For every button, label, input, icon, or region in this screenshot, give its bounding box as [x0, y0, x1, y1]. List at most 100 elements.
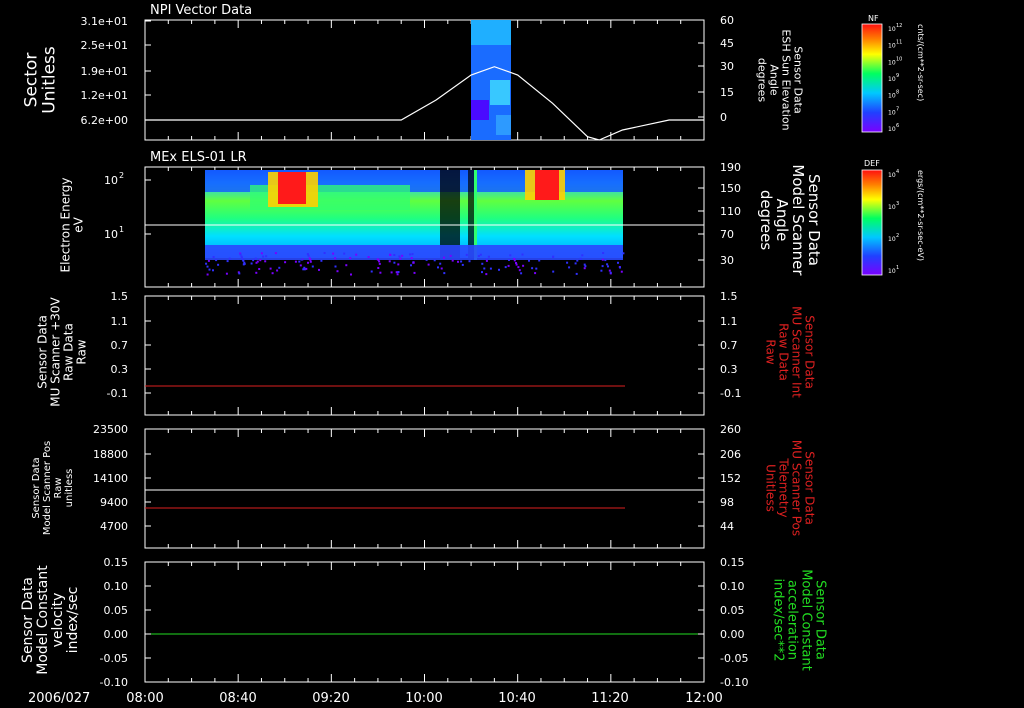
panel-3-frame: [144, 295, 705, 416]
panel-1-content: [145, 20, 704, 141]
colorbar-nf-unit: cnts/(cm**2-sr-sec): [916, 24, 925, 101]
panel-3-right-label: Sensor DataMU Scanner IntRaw DataRaw: [764, 306, 817, 398]
spectrogram-dot: [520, 272, 523, 275]
panel-5-right-label-line: index/sec**2: [771, 578, 786, 661]
colorbar-def-tag: DEF: [864, 159, 880, 168]
spectrogram-dot: [568, 266, 571, 269]
spectrogram-dot: [207, 259, 210, 262]
panel-5-left-tick: 0.10: [104, 580, 129, 593]
spectrogram-dot: [397, 263, 400, 266]
spectrogram-dot: [320, 259, 323, 262]
spectrogram-dot: [401, 254, 404, 257]
panel-2-left-label-line: eV: [72, 216, 86, 232]
panel-1-right-tick: 0: [720, 111, 727, 124]
panel-2-left-tick-exp: 1: [119, 225, 124, 234]
spectrogram-dot: [581, 254, 584, 257]
spectrogram-dot: [411, 253, 414, 256]
spectrogram-dot: [483, 267, 486, 270]
spectrogram-dot: [608, 269, 611, 272]
spectrogram-dot: [298, 260, 301, 263]
spectrogram-dot: [370, 270, 373, 273]
panel-frames: [144, 19, 705, 683]
spectrogram-dot: [255, 271, 258, 274]
spectrogram-dot: [212, 256, 215, 258]
spectrogram-dot: [256, 260, 259, 263]
spectrogram-dot: [410, 257, 413, 260]
date-label: 2006/027: [28, 691, 90, 706]
spectrogram-dot: [393, 261, 396, 264]
panel-3-left-tick: 1.1: [111, 315, 129, 328]
spectrogram-dot: [481, 262, 484, 265]
spectrogram-dot: [294, 260, 297, 263]
panel-3-left-tick: 1.5: [111, 290, 129, 303]
spectrogram-dot: [489, 267, 492, 270]
figure-canvas: NPI Vector Data MEx ELS-01 LR 3.1e+01 2.5…: [20, 3, 925, 706]
spectrogram-dot: [538, 259, 541, 262]
spectrogram-dot: [583, 267, 586, 270]
spectrogram-dot: [260, 252, 263, 255]
colorbar-def-unit: ergs/(cm**2-sr-sec-eV): [916, 170, 925, 261]
panel-5-left-tick: 0.00: [104, 628, 129, 641]
panel-2-right-tick: 150: [720, 182, 741, 195]
panel-5-right-tick: -0.10: [720, 676, 748, 689]
spectrogram-dot: [531, 267, 534, 270]
spectrogram-dot: [274, 252, 277, 255]
panel-2-left-label: Electron Energy eV: [59, 177, 86, 272]
spectrogram-dot: [427, 263, 430, 266]
colorbar-nf-tag: NF: [868, 14, 879, 23]
panel-4-left-tick: 23500: [93, 423, 128, 436]
spectrogram-dot: [607, 265, 609, 268]
panel-2-right-tick: 190: [720, 161, 741, 174]
panel-4-right-label: Sensor DataMU Scanner PosTelemetryUnitle…: [764, 440, 817, 536]
colorbar-nf-gradient: [861, 23, 883, 133]
panel-2-left-tick: 10: [104, 174, 118, 187]
spectrogram-dot: [397, 271, 400, 273]
spectrogram-dot: [479, 253, 482, 256]
panel-5-right-label-line: Sensor Data: [813, 580, 828, 660]
panel-1-right-tick: 60: [720, 14, 734, 27]
panel-5-right-label: Sensor DataModel Constantaccelerationind…: [771, 569, 828, 671]
colorbar-tick: 10: [888, 236, 896, 243]
colorbar-tick: 10: [888, 126, 896, 133]
panel-4-left-tick: 14100: [93, 472, 128, 485]
panel-2-left-tick: 10: [104, 228, 118, 241]
spectrogram-dot: [225, 272, 228, 275]
spectrogram-dot: [534, 272, 537, 275]
panel-4-frame: [144, 428, 705, 549]
spectrogram-dot: [309, 258, 312, 261]
panel-2-left-label-line: Electron Energy: [59, 177, 73, 272]
spectrogram-dot: [393, 254, 396, 256]
spectrogram-dot: [485, 273, 488, 276]
panel-2-left-tick-exp: 2: [119, 171, 124, 180]
spectrogram-dot: [425, 258, 428, 261]
colorbar-nf: NF 10 1210 11101010 910 810 710 6 cnts/(cm**2-…: [861, 14, 925, 133]
panel-3-right-tick: 0.7: [720, 339, 738, 352]
spectrogram-dot: [377, 267, 380, 269]
spectrogram-dot: [241, 256, 243, 259]
spectrogram-low-energy-band: [205, 245, 623, 260]
panel-3-left-label: Sensor Data MU Scanner +30V Raw Data Raw: [36, 297, 89, 407]
panel-1-title: NPI Vector Data: [150, 3, 252, 18]
spectrogram-dot: [413, 271, 416, 274]
colorbar-tick-exp: 8: [896, 90, 899, 96]
panel-3-right-tick: 1.1: [720, 315, 738, 328]
panel-1-left-tick: 1.9e+01: [81, 65, 128, 78]
colorbar-tick: 10: [888, 43, 896, 50]
panel-5-right-tick: 0.05: [720, 604, 745, 617]
panel-2-right-tick: 30: [720, 254, 734, 267]
spectrogram-dot: [307, 254, 310, 257]
spectrogram-dot: [508, 259, 510, 261]
spectrogram-dot: [465, 253, 468, 256]
spectrogram-dot: [265, 255, 268, 258]
panel-4-left-label-line: Model Scanner Pos: [42, 441, 53, 535]
panel-4-left-label-line: Sensor Data: [31, 457, 42, 518]
spectrogram-dot: [271, 272, 274, 275]
panel-4-right-label-line: Unitless: [764, 464, 778, 512]
panel-1-right-tick: 45: [720, 37, 734, 50]
panel-1-left-tick: 2.5e+01: [81, 39, 128, 52]
colorbar-tick-exp: 11: [896, 40, 902, 46]
spectrogram-dot: [517, 266, 520, 269]
spectrogram-dot: [278, 266, 281, 269]
spectrogram-dot: [409, 253, 412, 256]
panel-5-left-label-line: Model Constant: [35, 565, 51, 675]
